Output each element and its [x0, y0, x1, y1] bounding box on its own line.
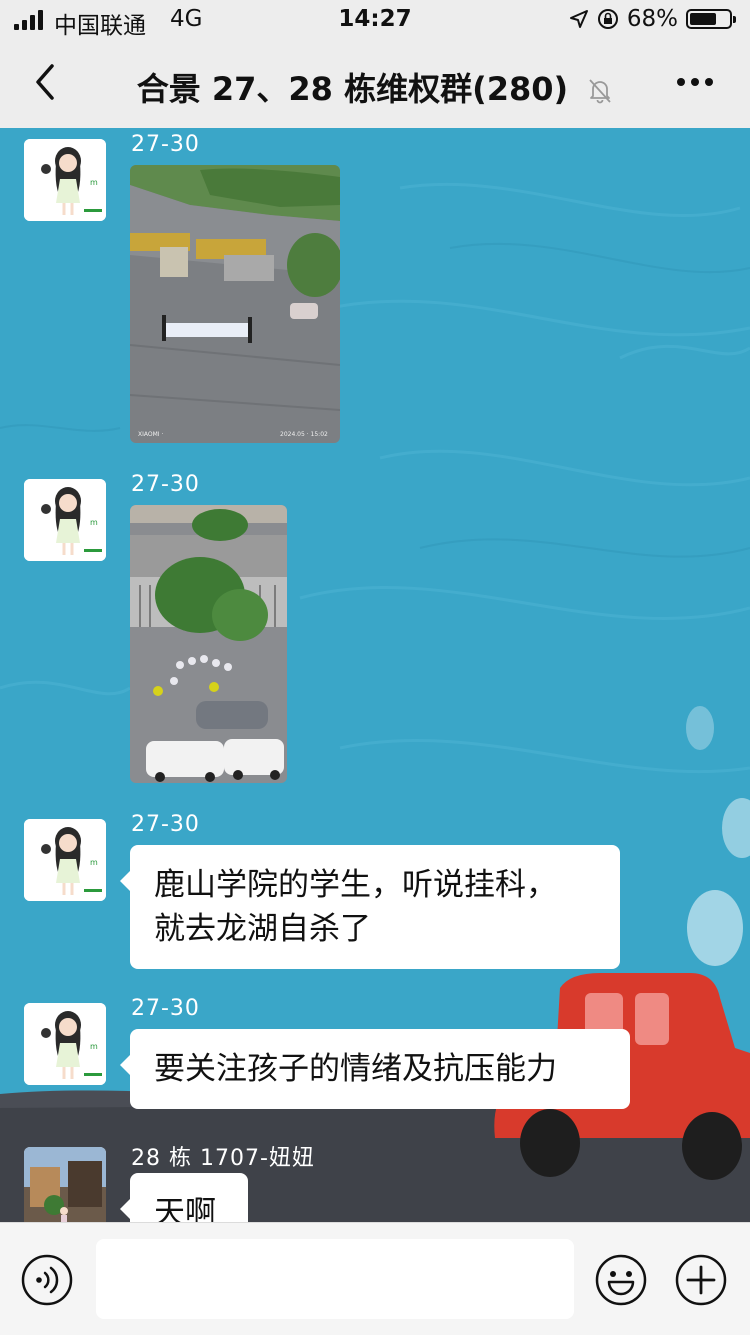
nav-bar: 合景 27、28 栋维权群(280): [0, 40, 750, 128]
message-text: 天啊: [154, 1195, 216, 1222]
photo-watermark-left: XIAOMI ·: [138, 431, 163, 438]
sender-name: 27-30: [131, 812, 200, 837]
chat-title: 合景 27、28 栋维权群(280): [136, 70, 569, 108]
avatar[interactable]: [24, 1147, 106, 1222]
message-item: m 27-30: [0, 468, 750, 798]
svg-text:m: m: [90, 858, 98, 867]
avatar[interactable]: m: [24, 1003, 106, 1085]
input-bar: [0, 1222, 750, 1335]
sender-name: 27-30: [131, 472, 200, 497]
message-text: 要关注孩子的情绪及抗压能力: [154, 1051, 557, 1087]
svg-text:m: m: [90, 178, 98, 187]
mute-bell-icon: [589, 79, 611, 104]
photo-watermark-right: 2024.05 · 15:02: [280, 431, 328, 438]
status-bar: 中国联通 4G 14:27 68%: [0, 0, 750, 40]
chat-area[interactable]: m 27-30 XIAOMI · 2024.05 · 15:02 m 27-30…: [0, 128, 750, 1222]
voice-icon[interactable]: [20, 1253, 74, 1307]
message-item: m 27-30 鹿山学院的学生，听说挂科， 就去龙湖自杀了: [0, 808, 750, 978]
message-item: m 27-30 要关注孩子的情绪及抗压能力: [0, 992, 750, 1122]
message-input[interactable]: [96, 1239, 574, 1319]
message-bubble[interactable]: 天啊: [120, 1173, 248, 1222]
avatar[interactable]: m: [24, 139, 106, 221]
message-item: 28 栋 1707-妞妞 天啊: [0, 1136, 750, 1222]
top-bar: 中国联通 4G 14:27 68% 合景 27、28 栋维权群(280): [0, 0, 750, 128]
message-bubble[interactable]: 要关注孩子的情绪及抗压能力: [120, 1029, 630, 1109]
location-icon: [569, 10, 588, 28]
battery-percent: 68%: [626, 6, 678, 32]
message-item: m 27-30 XIAOMI · 2024.05 · 15:02: [0, 128, 750, 458]
message-bubble[interactable]: 鹿山学院的学生，听说挂科， 就去龙湖自杀了: [120, 845, 620, 969]
sender-name: 27-30: [131, 132, 200, 157]
plus-icon[interactable]: [674, 1253, 728, 1307]
status-right: 68%: [569, 6, 736, 32]
battery-icon: [686, 9, 736, 29]
photo-message[interactable]: [130, 505, 287, 783]
avatar[interactable]: m: [24, 479, 106, 561]
more-icon[interactable]: [676, 72, 714, 92]
protest-banner-photo: XIAOMI · 2024.05 · 15:02: [130, 165, 340, 443]
avatar[interactable]: m: [24, 819, 106, 901]
svg-text:m: m: [90, 518, 98, 527]
chat-title-wrap[interactable]: 合景 27、28 栋维权群(280): [0, 64, 750, 110]
svg-text:m: m: [90, 1042, 98, 1051]
message-text: 鹿山学院的学生，听说挂科，: [154, 867, 557, 903]
orientation-lock-icon: [597, 9, 618, 29]
photo-message[interactable]: XIAOMI · 2024.05 · 15:02: [130, 165, 340, 443]
sender-name: 28 栋 1707-妞妞: [131, 1146, 315, 1171]
police-scene-photo: [130, 505, 287, 783]
emoji-icon[interactable]: [594, 1253, 648, 1307]
sender-name: 27-30: [131, 996, 200, 1021]
message-text: 就去龙湖自杀了: [154, 911, 371, 947]
